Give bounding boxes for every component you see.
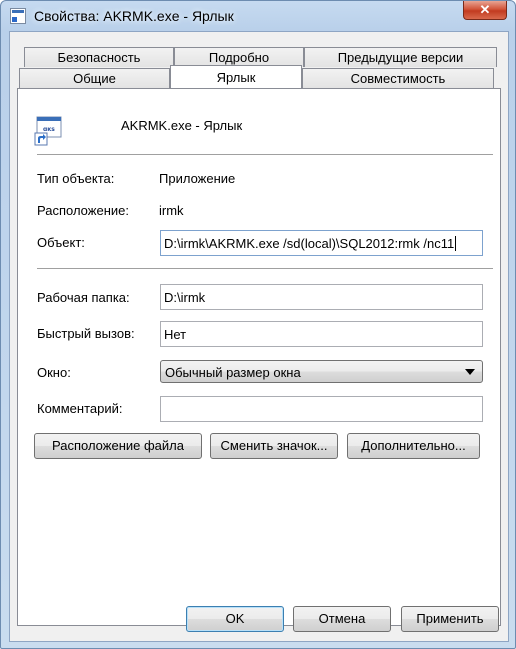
window-mode-value: Обычный размер окна: [165, 365, 301, 380]
target-input-value: D:\irmk\AKRMK.exe /sd(local)\SQL2012:rmk…: [164, 236, 455, 251]
comment-input[interactable]: [160, 396, 483, 422]
location-label: Расположение:: [37, 203, 129, 218]
location-value: irmk: [159, 203, 184, 218]
object-type-label: Тип объекта:: [37, 171, 115, 186]
workdir-input[interactable]: D:\irmk: [160, 284, 483, 310]
cancel-button[interactable]: Отмена: [293, 606, 391, 632]
close-button[interactable]: ✕: [463, 1, 507, 20]
change-icon-button[interactable]: Сменить значок...: [210, 433, 338, 459]
apply-button[interactable]: Применить: [401, 606, 499, 632]
window-mode-select[interactable]: Обычный размер окна: [160, 360, 483, 383]
open-file-location-button[interactable]: Расположение файла: [34, 433, 202, 459]
separator: [37, 268, 493, 269]
dropdown-arrow-icon: [465, 369, 475, 375]
workdir-label: Рабочая папка:: [37, 290, 130, 305]
shortcut-name: AKRMK.exe - Ярлык: [121, 118, 243, 133]
hotkey-input[interactable]: Нет: [160, 321, 483, 347]
target-label: Объект:: [37, 235, 85, 250]
advanced-button[interactable]: Дополнительно...: [347, 433, 480, 459]
dialog-client-area: Безопасность Подробно Предыдущие версии …: [9, 31, 509, 642]
target-input[interactable]: D:\irmk\AKRMK.exe /sd(local)\SQL2012:rmk…: [160, 230, 483, 256]
separator: [37, 154, 493, 155]
ok-button[interactable]: OK: [186, 606, 284, 632]
title-bar[interactable]: Свойства: AKRMK.exe - Ярлык ✕: [1, 1, 515, 31]
object-type-value: Приложение: [159, 171, 236, 186]
shortcut-program-icon: ɑᴋs: [34, 116, 62, 146]
properties-window: Свойства: AKRMK.exe - Ярлык ✕ Безопаснос…: [0, 0, 516, 649]
comment-label: Комментарий:: [37, 401, 123, 416]
hotkey-label: Быстрый вызов:: [37, 326, 135, 341]
shortcut-app-icon: [10, 8, 26, 24]
text-caret: [455, 236, 457, 251]
window-title: Свойства: AKRMK.exe - Ярлык: [34, 8, 234, 24]
window-mode-label: Окно:: [37, 365, 71, 380]
svg-text:ɑᴋs: ɑᴋs: [43, 126, 55, 133]
